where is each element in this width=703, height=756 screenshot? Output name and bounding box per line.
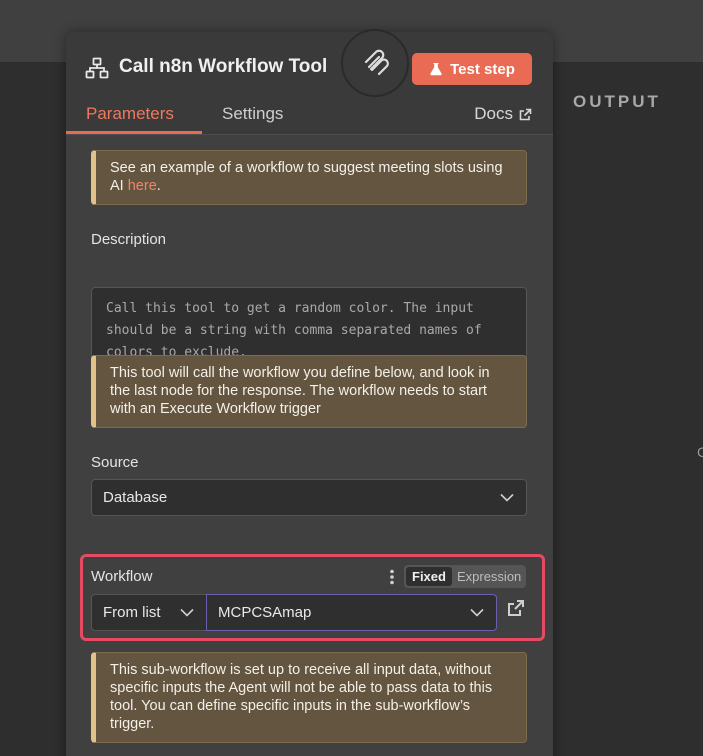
panel-header: Call n8n Workflow Tool Test step Paramet… (66, 32, 553, 134)
tab-parameters[interactable]: Parameters (86, 104, 174, 124)
source-value: Database (103, 489, 168, 506)
output-panel-label: OUTPUT (573, 92, 661, 111)
notice-sub-workflow-text: This sub-workflow is set up to receive a… (110, 662, 493, 732)
notice-sub-workflow: This sub-workflow is set up to receive a… (91, 652, 527, 743)
notice-example: See an example of a workflow to suggest … (91, 150, 527, 205)
source-select[interactable]: Database (91, 479, 527, 516)
test-step-label: Test step (450, 60, 515, 78)
notice-workflow-call: This tool will call the workflow you def… (91, 355, 527, 428)
chevron-down-icon (180, 608, 194, 617)
fixed-expression-toggle: Fixed Expression (404, 565, 526, 588)
workflow-label: Workflow (91, 568, 153, 585)
sitemap-icon (85, 57, 109, 79)
canvas-edge-glyph: C (697, 444, 703, 460)
description-label: Description (91, 231, 167, 248)
mode-expression-option[interactable]: Expression (452, 567, 526, 586)
chevron-down-icon (470, 608, 484, 617)
panel-title: Call n8n Workflow Tool (119, 56, 328, 77)
test-step-button[interactable]: Test step (412, 53, 532, 85)
parameters-content: See an example of a workflow to suggest … (66, 135, 553, 756)
notice-example-text: See an example of a workflow to suggest … (110, 160, 503, 194)
more-options-icon[interactable] (389, 569, 395, 585)
source-label: Source (91, 454, 139, 471)
from-list-select[interactable]: From list (91, 594, 207, 631)
notice-workflow-call-text: This tool will call the workflow you def… (110, 365, 490, 417)
open-workflow-icon[interactable] (507, 599, 525, 617)
flask-icon (430, 63, 442, 76)
node-settings-panel: Call n8n Workflow Tool Test step Paramet… (66, 29, 553, 756)
workflow-value: MCPCSAmap (218, 604, 312, 621)
tab-settings[interactable]: Settings (222, 104, 283, 124)
notice-example-suffix: . (156, 178, 161, 194)
notice-example-link[interactable]: here (128, 178, 157, 194)
docs-link[interactable]: Docs (474, 104, 532, 124)
chevron-down-icon (500, 493, 514, 502)
docs-label: Docs (474, 104, 513, 123)
mode-fixed-option[interactable]: Fixed (406, 567, 452, 586)
description-value: Call this tool to get a random color. Th… (106, 301, 482, 360)
from-list-value: From list (103, 604, 161, 621)
external-link-icon (519, 108, 532, 120)
workflow-select[interactable]: MCPCSAmap (206, 594, 497, 631)
workflow-node-icon[interactable] (341, 29, 409, 97)
